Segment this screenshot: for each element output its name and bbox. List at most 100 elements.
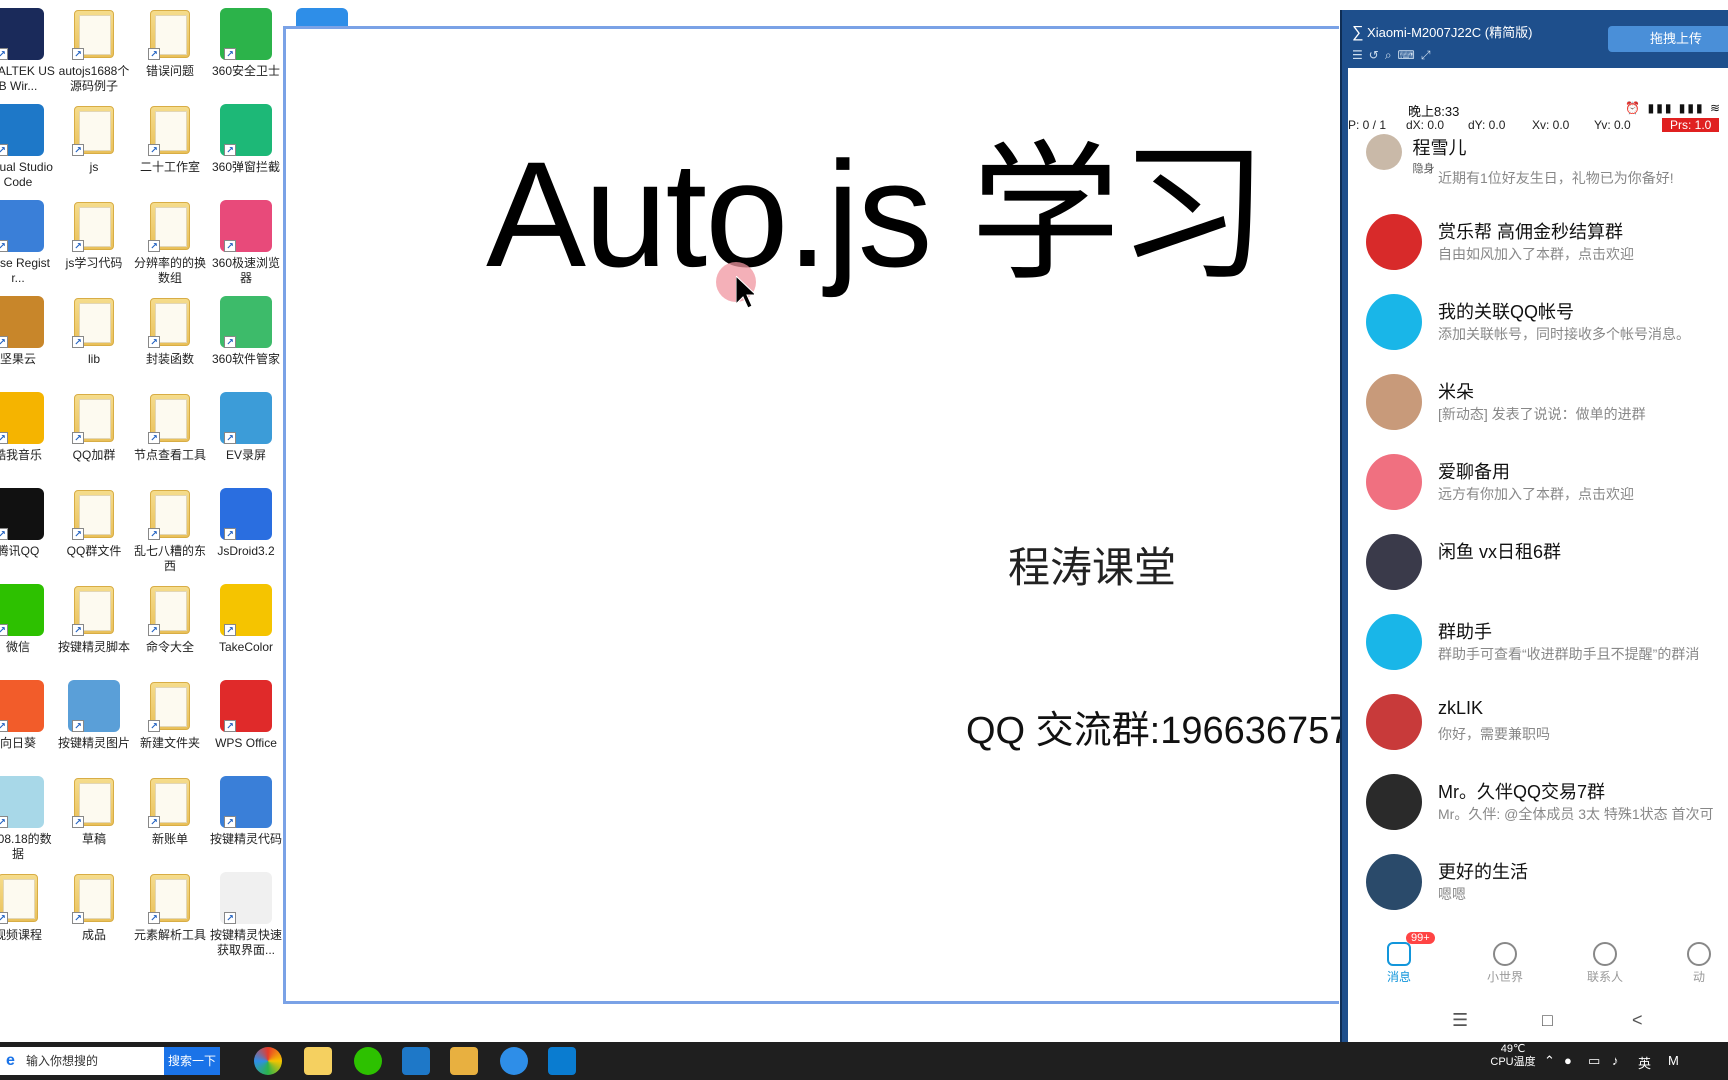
desktop-icon-label: WPS Office — [215, 736, 277, 750]
slide-window[interactable]: Auto.js 学习 程涛课堂 QQ 交流群:196636757 — [283, 26, 1350, 1004]
cpu-temp-value: 49℃ — [1500, 1043, 1526, 1055]
desktop-icon[interactable]: ↗ 成品 — [56, 872, 132, 943]
folder-app-icon[interactable] — [304, 1047, 332, 1075]
wechat-icon[interactable] — [354, 1047, 382, 1075]
desktop-icon[interactable]: ↗ 分辨率的的换数组 — [132, 200, 208, 286]
desktop-icon[interactable]: ↗ lib — [56, 296, 132, 367]
desktop-icon-label: 封装函数 — [145, 352, 194, 366]
desktop-icon[interactable]: ↗ 坚果云 — [0, 296, 56, 367]
desktop-icon[interactable]: ↗ WPS Office — [208, 680, 284, 751]
desktop-icon-label: 2208.18的数据 — [0, 832, 52, 861]
desktop-icon[interactable]: ↗ EV录屏 — [208, 392, 284, 463]
chat-list-item[interactable]: zkLIK 你好，需要兼职吗 — [1348, 680, 1728, 760]
desktop-icon[interactable]: ↗ 新账单 — [132, 776, 208, 847]
desktop-icon[interactable]: ↗ 360软件管家 — [208, 296, 284, 367]
tab-2[interactable]: 联系人 — [1560, 936, 1650, 985]
shortcut-arrow-icon: ↗ — [148, 720, 160, 732]
desktop-icon[interactable]: ↗ 元素解析工具 — [132, 872, 208, 943]
avatar[interactable] — [1366, 134, 1402, 170]
desktop-icon[interactable]: ↗ 新建文件夹 — [132, 680, 208, 751]
tray-m-icon[interactable]: M — [1668, 1053, 1679, 1068]
chat-list-item[interactable]: Mr。久伴QQ交易7群 Mr。久伴: @全体成员 3太 特殊1状态 首次可 — [1348, 760, 1728, 840]
desktop-icon[interactable]: ↗ 向日葵 — [0, 680, 56, 751]
ime-indicator[interactable]: 英 — [1638, 1053, 1651, 1072]
folder-icon: ↗ — [68, 584, 120, 636]
desktop-icon[interactable]: ↗ 命令大全 — [132, 584, 208, 655]
desktop-icon[interactable]: ↗ 错误问题 — [132, 8, 208, 79]
desktop-icon[interactable]: ↗ REALTEK USB Wir... — [0, 8, 56, 94]
desktop-icon[interactable]: ↗ Wise Registr... — [0, 200, 56, 286]
tab-label: 消息 — [1386, 970, 1411, 984]
phone-screen[interactable]: 晚上8:33 ⏰ ▮▮▮ ▮▮▮ ≋ P: 0 / 1 dX: 0.0 dY: … — [1348, 68, 1728, 1042]
chat-preview: 添加关联帐号，同时接收多个帐号消息。 — [1438, 326, 1690, 342]
home-nav-icon[interactable]: □ — [1542, 1010, 1553, 1031]
search-input[interactable]: e 输入你想搜的 — [0, 1047, 164, 1075]
desktop-icon[interactable]: ↗ 视频课程 — [0, 872, 56, 943]
desktop-icon[interactable]: ↗ 360安全卫士 — [208, 8, 284, 79]
desktop-icon[interactable]: ↗ 乱七八糟的东西 — [132, 488, 208, 574]
tab-1[interactable]: 小世界 — [1460, 936, 1550, 985]
desktop-icon[interactable]: ↗ 腾讯QQ — [0, 488, 56, 559]
tab-label: 联系人 — [1586, 970, 1623, 984]
chat-name: 我的关联QQ帐号 — [1438, 302, 1575, 322]
volume-icon[interactable]: ♪ — [1612, 1053, 1619, 1068]
chevron-up-icon[interactable]: ⌃ — [1544, 1053, 1555, 1069]
vscode-icon[interactable] — [402, 1047, 430, 1075]
tab-3[interactable]: 动 — [1654, 936, 1728, 985]
chat-list-item[interactable]: 闲鱼 vx日租6群 — [1348, 520, 1728, 600]
desktop-icon[interactable]: ↗ 按键精灵脚本 — [56, 584, 132, 655]
desktop-icon[interactable]: ↗ autojs1688个源码例子 — [56, 8, 132, 94]
desktop-icon-label: 腾讯QQ — [0, 544, 40, 558]
desktop-icon[interactable]: ↗ 360极速浏览器 — [208, 200, 284, 286]
chat-list-item[interactable]: 赏乐帮 高佣金秒结算群 自由如风加入了本群，点击欢迎 — [1348, 200, 1728, 280]
desktop-icon[interactable]: ↗ 按键精灵快速获取界面... — [208, 872, 284, 958]
chat-name: 米朵 — [1438, 382, 1474, 402]
desktop-icon[interactable]: ↗ 微信 — [0, 584, 56, 655]
chat-list-item[interactable]: 米朵 [新动态] 发表了说说：做单的进群 — [1348, 360, 1728, 440]
birthday-notice[interactable]: 近期有1位好友生日，礼物已为你备好! — [1438, 168, 1674, 188]
search-button[interactable]: 搜索一下 — [164, 1047, 220, 1075]
pointer-debug-bar: P: 0 / 1 dX: 0.0 dY: 0.0 Xv: 0.0 Yv: 0.0… — [1348, 118, 1728, 134]
desktop-icon-label: 按键精灵代码 — [209, 832, 282, 846]
desktop-icon[interactable]: ↗ QQ加群 — [56, 392, 132, 463]
network-icon[interactable]: ▭ — [1588, 1053, 1600, 1069]
phone-toolbar[interactable]: ☰↺⌕⌨⤢ — [1352, 48, 1436, 63]
chat-list-item[interactable]: 更好的生活 嗯嗯 — [1348, 840, 1728, 920]
baidu-netdisk-icon[interactable] — [500, 1047, 528, 1075]
chat-list-item[interactable]: 群助手 群助手可查看“收进群助手且不提醒”的群消 — [1348, 600, 1728, 680]
back-nav-icon[interactable]: < — [1632, 1010, 1643, 1031]
desktop-icon[interactable]: ↗ 酷我音乐 — [0, 392, 56, 463]
chrome-icon[interactable] — [254, 1047, 282, 1075]
desktop-icon[interactable]: ↗ 节点查看工具 — [132, 392, 208, 463]
chat-list-item[interactable]: 我的关联QQ帐号添加关联帐号，同时接收多个帐号消息。 — [1348, 280, 1728, 360]
app-icon: ↗ — [220, 296, 272, 348]
cpu-temp-label: CPU温度 — [1490, 1056, 1536, 1068]
desktop-icon[interactable]: ↗ js — [56, 104, 132, 175]
phone-mirror-window[interactable]: ∑ Xiaomi-M2007J22C (精简版) ☰↺⌕⌨⤢ 拖拽上传 晚上8:… — [1340, 10, 1728, 1042]
desktop-icon[interactable]: ↗ 按键精灵代码 — [208, 776, 284, 847]
desktop-icon[interactable]: ↗ 草稿 — [56, 776, 132, 847]
desktop-icon[interactable]: ↗ 360弹窗拦截 — [208, 104, 284, 175]
desktop-icon[interactable]: ↗ 按键精灵图片 — [56, 680, 132, 751]
menu-nav-icon[interactable]: ☰ — [1452, 1010, 1468, 1031]
tab-icon — [1387, 942, 1411, 966]
desktop-icon[interactable]: ↗ Visual Studio Code — [0, 104, 56, 190]
phone-window-titlebar[interactable]: ∑ Xiaomi-M2007J22C (精简版) ☰↺⌕⌨⤢ 拖拽上传 — [1342, 10, 1728, 62]
desktop-icon[interactable]: ↗ TakeColor — [208, 584, 284, 655]
desktop-icon[interactable]: ↗ js学习代码 — [56, 200, 132, 271]
folder-icon: ↗ — [68, 872, 120, 924]
desktop-icon[interactable]: ↗ QQ群文件 — [56, 488, 132, 559]
tray-app-icon[interactable]: ● — [1564, 1053, 1572, 1068]
chat-list-item[interactable]: 爱聊备用 远方有你加入了本群，点击欢迎 — [1348, 440, 1728, 520]
desktop-icon[interactable]: ↗ 封装函数 — [132, 296, 208, 367]
desktop-icon-label: 酷我音乐 — [0, 448, 42, 462]
file-explorer-icon[interactable] — [450, 1047, 478, 1075]
tab-0[interactable]: 消息 99+ — [1354, 932, 1444, 985]
upload-button[interactable]: 拖拽上传 — [1608, 26, 1728, 52]
desktop-icon[interactable]: ↗ JsDroid3.2 — [208, 488, 284, 559]
taskbar: e 输入你想搜的 搜索一下 49℃ CPU温度 ⌃ ● ▭ ♪ 英 M — [0, 1042, 1728, 1080]
total-control-icon[interactable] — [548, 1047, 576, 1075]
avatar — [1366, 374, 1422, 430]
desktop-icon[interactable]: ↗ 二十工作室 — [132, 104, 208, 175]
desktop-icon[interactable]: ↗ 2208.18的数据 — [0, 776, 56, 862]
